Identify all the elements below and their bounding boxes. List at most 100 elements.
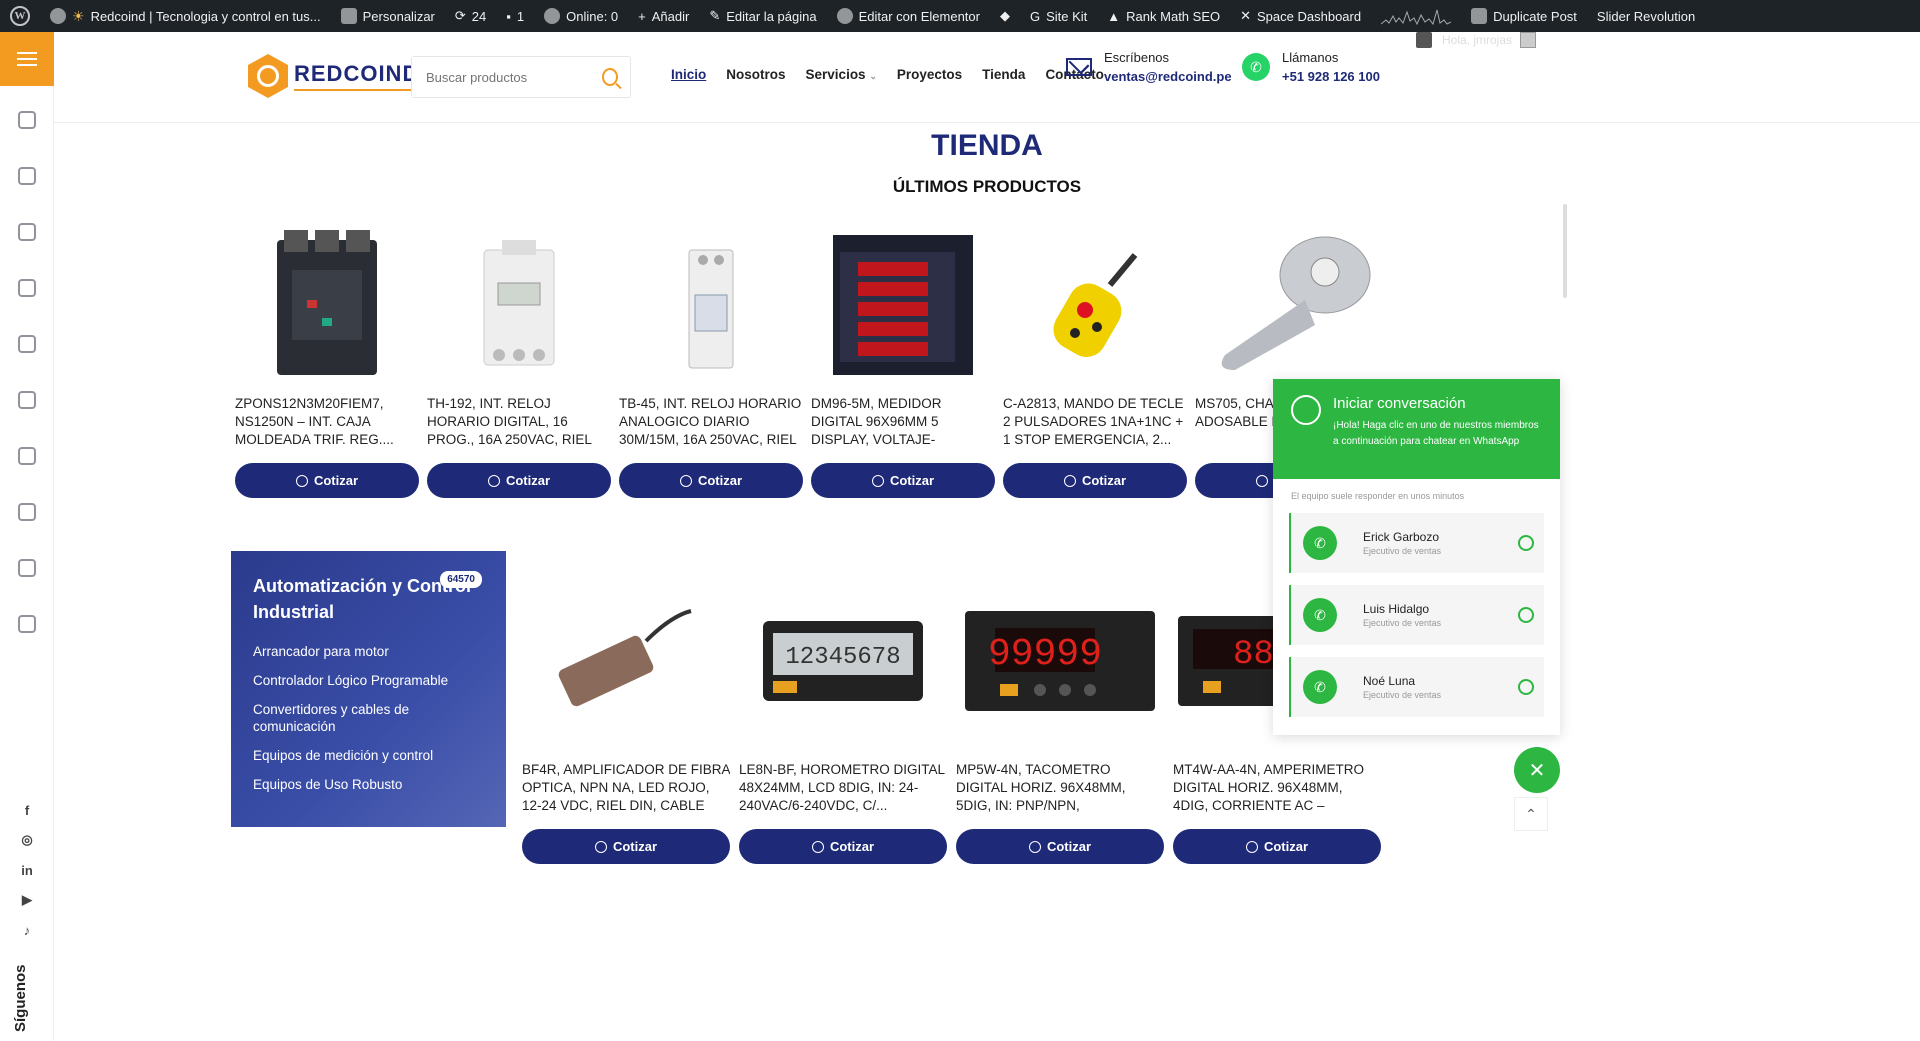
envelope-icon	[1066, 58, 1092, 76]
product-title[interactable]: MT4W-AA-4N, AMPERIMETRO DIGITAL HORIZ. 9…	[1173, 761, 1381, 817]
wrench-icon	[17, 503, 36, 521]
sidebar-category-2[interactable]	[0, 148, 54, 204]
product-image[interactable]	[619, 225, 803, 385]
search-icon[interactable]	[602, 68, 618, 86]
site-kit-link[interactable]: G Site Kit	[1020, 0, 1097, 32]
download-icon	[17, 447, 36, 465]
whatsapp-icon	[1518, 535, 1534, 551]
site-name-link[interactable]: ☀ Redcoind | Tecnologia y control en tus.…	[40, 0, 331, 32]
back-to-top-button[interactable]: ⌃	[1514, 797, 1548, 831]
promo-category-item[interactable]: Equipos de Uso Robusto	[253, 776, 484, 793]
sidebar-category-7[interactable]	[0, 428, 54, 484]
tools-icon	[17, 391, 36, 409]
tiktok-icon[interactable]: ♪	[19, 922, 35, 938]
product-image[interactable]	[1195, 225, 1379, 385]
product-title[interactable]: MP5W-4N, TACOMETRO DIGITAL HORIZ. 96X48M…	[956, 761, 1164, 817]
product-image[interactable]	[1003, 225, 1187, 385]
cotizar-button[interactable]: Cotizar	[739, 829, 947, 864]
diamond-link[interactable]: ◆	[990, 0, 1020, 32]
edit-page-link[interactable]: ✎ Editar la página	[699, 0, 826, 32]
cotizar-button[interactable]: Cotizar	[1003, 463, 1187, 498]
instagram-icon[interactable]: ◎	[19, 832, 35, 848]
cotizar-button[interactable]: Cotizar	[811, 463, 995, 498]
user-greeting[interactable]: Hola, jmrojas	[1442, 33, 1512, 47]
close-chat-button[interactable]: ✕	[1514, 747, 1560, 793]
duplicate-post-link[interactable]: Duplicate Post	[1461, 0, 1587, 32]
whatsapp-icon	[295, 474, 308, 487]
product-image[interactable]	[235, 225, 419, 385]
promo-badge: 64570	[440, 571, 482, 588]
email-contact[interactable]: Escríbenos ventas@redcoind.pe	[1066, 50, 1232, 84]
youtube-icon[interactable]: ▶	[19, 892, 35, 908]
promo-category-item[interactable]: Convertidores y cables de comunicación	[253, 701, 484, 735]
whatsapp-agent[interactable]: ✆ Noé Luna Ejecutivo de ventas	[1289, 657, 1544, 717]
hamburger-menu-button[interactable]	[0, 32, 54, 86]
pie-icon	[544, 8, 561, 24]
sidebar-category-6[interactable]	[0, 372, 54, 428]
rank-math-link[interactable]: ▲ Rank Math SEO	[1097, 0, 1230, 32]
nav-tienda[interactable]: Tienda	[982, 67, 1025, 82]
product-card: C-A2813, MANDO DE TECLE 2 PULSADORES 1NA…	[1003, 225, 1187, 498]
sidebar-category-8[interactable]	[0, 484, 54, 540]
cotizar-button[interactable]: Cotizar	[427, 463, 611, 498]
phone-contact[interactable]: ✆ Llámanos +51 928 126 100	[1242, 50, 1380, 84]
dashboard-icon	[50, 8, 66, 24]
product-image[interactable]	[522, 571, 730, 751]
promo-category-item[interactable]: Controlador Lógico Programable	[253, 672, 484, 689]
ammeter-image: 88	[1178, 616, 1273, 706]
cotizar-button[interactable]: Cotizar	[956, 829, 1164, 864]
product-title[interactable]: DM96-5M, MEDIDOR DIGITAL 96X96MM 5 DISPL…	[811, 395, 995, 451]
space-dashboard-link[interactable]: ✕ Space Dashboard	[1230, 0, 1371, 32]
product-image[interactable]	[811, 225, 995, 385]
cotizar-button[interactable]: Cotizar	[619, 463, 803, 498]
agent-avatar: ✆	[1303, 598, 1337, 632]
nav-nosotros[interactable]: Nosotros	[726, 67, 785, 82]
sidebar-category-4[interactable]	[0, 260, 54, 316]
add-new-link[interactable]: + Añadir	[628, 0, 699, 32]
customize-link[interactable]: Personalizar	[331, 0, 445, 32]
scrollbar[interactable]	[1563, 204, 1567, 298]
avatar[interactable]	[1520, 32, 1536, 48]
sidebar-category-10[interactable]	[0, 596, 54, 652]
nav-servicios[interactable]: Servicios ⌄	[806, 67, 877, 82]
promo-category-item[interactable]: Arrancador para motor	[253, 643, 484, 660]
site-logo[interactable]: REDCOIND	[248, 54, 420, 98]
product-title[interactable]: TH-192, INT. RELOJ HORARIO DIGITAL, 16 P…	[427, 395, 611, 451]
product-title[interactable]: BF4R, AMPLIFICADOR DE FIBRA OPTICA, NPN …	[522, 761, 730, 817]
product-image[interactable]	[427, 225, 611, 385]
product-title[interactable]: LE8N-BF, HOROMETRO DIGITAL 48X24MM, LCD …	[739, 761, 947, 817]
sidebar-category-9[interactable]	[0, 540, 54, 596]
category-promo-banner[interactable]: Automatización y Control Industrial 6457…	[231, 551, 506, 827]
wordpress-logo[interactable]: W	[0, 0, 40, 32]
stats-sparkline[interactable]	[1371, 0, 1461, 32]
panel-meter-image	[833, 235, 973, 375]
product-image[interactable]: 12345678	[739, 571, 947, 751]
copy-icon	[1471, 8, 1488, 24]
sidebar-category-3[interactable]	[0, 204, 54, 260]
comments-link[interactable]: ▪ 1	[496, 0, 534, 32]
linkedin-icon[interactable]: in	[19, 862, 35, 878]
nav-proyectos[interactable]: Proyectos	[897, 67, 962, 82]
sidebar-category-5[interactable]	[0, 316, 54, 372]
product-image[interactable]: 99999	[956, 571, 1164, 751]
notification-icon[interactable]	[1416, 32, 1432, 48]
facebook-icon[interactable]: f	[19, 802, 35, 818]
whatsapp-agent[interactable]: ✆ Luis Hidalgo Ejecutivo de ventas	[1289, 585, 1544, 645]
online-counter[interactable]: Online: 0	[534, 0, 628, 32]
slider-revolution-link[interactable]: Slider Revolution	[1587, 0, 1705, 32]
product-title[interactable]: TB-45, INT. RELOJ HORARIO ANALOGICO DIAR…	[619, 395, 803, 451]
updates-link[interactable]: ⟳ 24	[445, 0, 496, 32]
product-title[interactable]: ZPONS12N3M20FIEM7, NS1250N – INT. CAJA M…	[235, 395, 419, 451]
search-input[interactable]	[412, 57, 602, 97]
whatsapp-panel-title: Iniciar conversación	[1333, 395, 1466, 412]
cotizar-button[interactable]: Cotizar	[235, 463, 419, 498]
whatsapp-agent[interactable]: ✆ Erick Garbozo Ejecutivo de ventas	[1289, 513, 1544, 573]
nav-inicio[interactable]: Inicio	[671, 67, 706, 82]
cotizar-button[interactable]: Cotizar	[522, 829, 730, 864]
product-title[interactable]: C-A2813, MANDO DE TECLE 2 PULSADORES 1NA…	[1003, 395, 1187, 451]
cotizar-button[interactable]: Cotizar	[1173, 829, 1381, 864]
edit-elementor-link[interactable]: Editar con Elementor	[827, 0, 990, 32]
promo-category-item[interactable]: Equipos de medición y control	[253, 747, 484, 764]
pendant-image	[1053, 253, 1138, 357]
sidebar-category-1[interactable]	[0, 92, 54, 148]
